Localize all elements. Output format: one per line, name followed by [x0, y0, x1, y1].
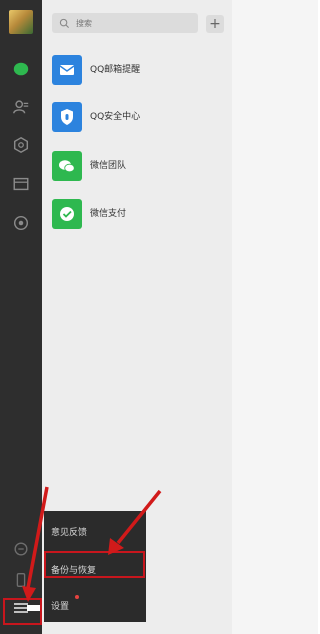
- contacts-icon[interactable]: [9, 95, 33, 119]
- list-item[interactable]: 微信团队: [42, 148, 232, 186]
- phone-icon[interactable]: [9, 537, 33, 561]
- feedback-menu-item[interactable]: 意见反馈: [51, 525, 87, 538]
- settings-menu-item[interactable]: 设置: [51, 599, 69, 612]
- menu-highlight-box: [3, 598, 42, 625]
- wechat-pay-icon: [52, 199, 82, 229]
- backup-highlight-box: [44, 551, 145, 578]
- list-item-label: 微信支付: [90, 209, 127, 219]
- list-item[interactable]: QQ邮箱提醒: [42, 52, 232, 90]
- mail-icon: [52, 55, 82, 85]
- chat-icon[interactable]: [9, 57, 33, 81]
- search-box[interactable]: [52, 13, 198, 33]
- avatar[interactable]: [9, 10, 33, 34]
- list-item[interactable]: QQ安全中心: [42, 99, 232, 137]
- list-item-label: 微信团队: [90, 161, 127, 171]
- moments-icon[interactable]: [9, 211, 33, 235]
- mobile-icon[interactable]: [9, 568, 33, 592]
- settings-badge-dot: [75, 595, 79, 599]
- folder-icon[interactable]: [9, 172, 33, 196]
- wechat-icon: [52, 151, 82, 181]
- nav-sidebar: [0, 0, 42, 634]
- add-button[interactable]: +: [206, 15, 224, 33]
- list-item[interactable]: 微信支付: [42, 196, 232, 234]
- search-input[interactable]: [74, 17, 188, 29]
- list-item-label: QQ安全中心: [90, 112, 141, 122]
- chat-area: [232, 0, 318, 634]
- wechat-window: + QQ邮箱提醒 QQ安全中心 微信团队 微信支付 意见反馈 备份与恢复 设置: [0, 0, 318, 634]
- favorites-icon[interactable]: [9, 133, 33, 157]
- list-item-label: QQ邮箱提醒: [90, 65, 141, 75]
- shield-icon: [52, 102, 82, 132]
- search-icon: [59, 18, 70, 28]
